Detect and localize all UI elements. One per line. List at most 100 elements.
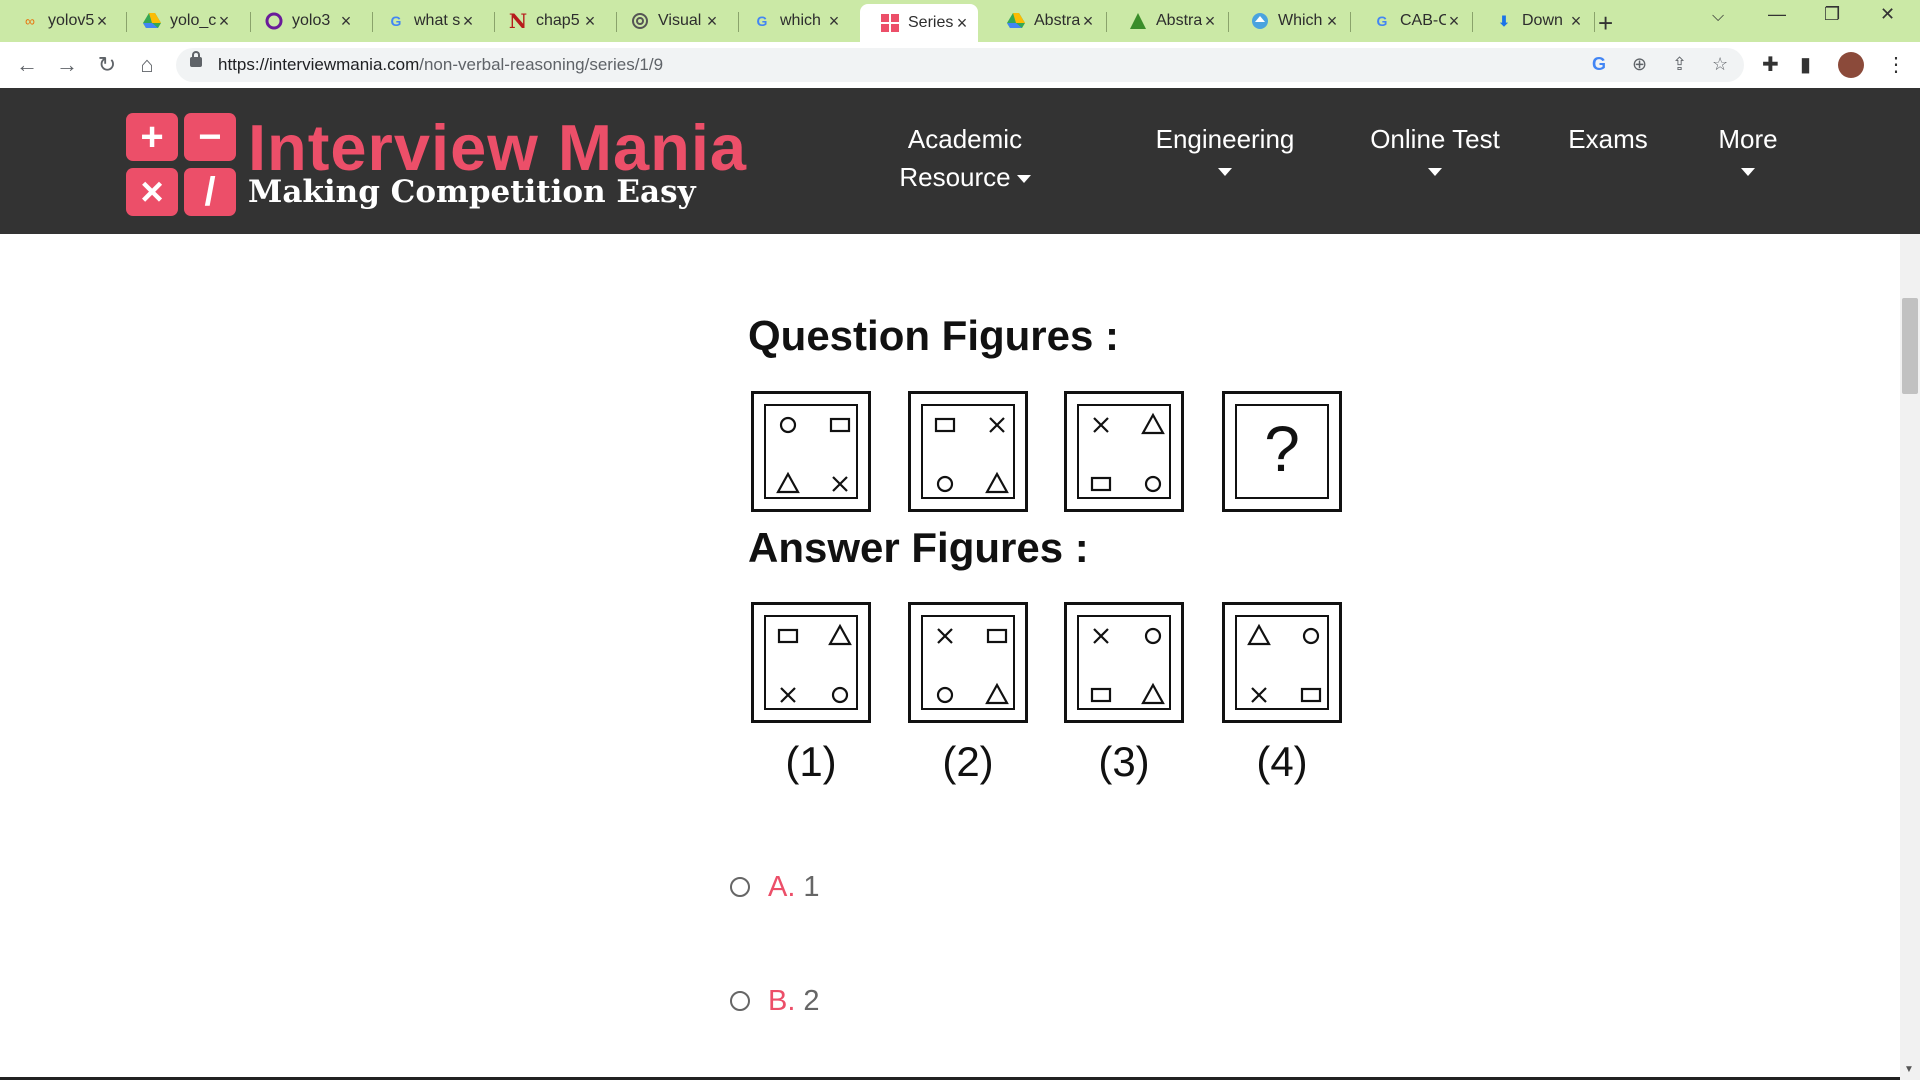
new-tab-plus-icon[interactable]: + <box>1598 8 1613 39</box>
tab-cab-c[interactable]: G CAB-C × <box>1352 6 1470 36</box>
google-icon: G <box>390 13 402 29</box>
zoom-icon[interactable]: ⊕ <box>1632 54 1647 75</box>
close-icon[interactable]: × <box>1202 11 1218 32</box>
reload-icon[interactable]: ↻ <box>92 50 122 80</box>
tab-title: Visual <box>658 12 702 29</box>
tab-which[interactable]: G which × <box>732 6 850 36</box>
forward-arrow-icon[interactable]: → <box>52 50 82 80</box>
home-icon[interactable]: ⌂ <box>132 50 162 80</box>
back-arrow-icon[interactable]: ← <box>12 50 42 80</box>
tab-yolov5[interactable]: ∞ yolov5 × <box>0 6 118 36</box>
tab-what[interactable]: G what s × <box>366 6 484 36</box>
close-icon[interactable]: × <box>338 11 354 32</box>
window-close-icon[interactable]: ✕ <box>1880 4 1895 25</box>
tab-download[interactable]: ⬇ Down × <box>1474 6 1592 36</box>
openai-icon <box>630 11 650 31</box>
lock-icon[interactable] <box>190 51 202 67</box>
close-icon[interactable]: × <box>94 11 110 32</box>
tab-yolo-c[interactable]: yolo_c × <box>122 6 240 36</box>
radio-button[interactable] <box>730 877 750 897</box>
close-icon[interactable]: × <box>582 11 598 32</box>
caret-down-icon <box>1218 168 1232 176</box>
cross-shape <box>1093 628 1109 644</box>
site-logo[interactable]: + − × / <box>126 113 238 216</box>
answer-figure-2 <box>908 602 1028 723</box>
close-icon[interactable]: × <box>826 11 842 32</box>
circle-shape <box>779 416 797 434</box>
tab-title: Down <box>1522 12 1563 29</box>
square-shape <box>934 417 956 433</box>
restore-icon[interactable]: ❐ <box>1824 4 1840 25</box>
extensions-puzzle-icon[interactable]: ✚ <box>1762 52 1779 77</box>
tab-series-active[interactable]: Series × <box>860 4 978 42</box>
answer-figure-3 <box>1064 602 1184 723</box>
option-a[interactable]: A. 1 <box>730 867 820 907</box>
menu-kebab-icon[interactable]: ⋮ <box>1886 52 1906 77</box>
url-path: /non-verbal-reasoning/series/1/9 <box>419 55 664 74</box>
tab-title: yolo3 <box>292 12 331 29</box>
radio-button[interactable] <box>730 991 750 1011</box>
tab-abstract-1[interactable]: Abstra × <box>986 6 1104 36</box>
square-shape <box>777 628 799 644</box>
close-icon[interactable]: × <box>704 11 720 32</box>
close-icon[interactable]: × <box>460 11 476 32</box>
answer-figure-label: (3) <box>1098 738 1150 785</box>
nav-more[interactable]: More <box>1690 120 1806 176</box>
nav-exams[interactable]: Exams <box>1548 120 1668 158</box>
download-icon: ⬇ <box>1498 12 1510 29</box>
bookmark-star-icon[interactable]: ☆ <box>1712 54 1728 75</box>
nav-label: Exams <box>1568 124 1648 154</box>
nav-label: Online Test <box>1370 124 1500 154</box>
close-icon[interactable]: × <box>1080 11 1096 32</box>
caret-down-icon <box>1428 168 1442 176</box>
nav-academic-resource[interactable]: Academic Resource <box>880 120 1050 196</box>
tab-yolo3[interactable]: yolo3 × <box>244 6 362 36</box>
minus-icon: − <box>184 113 236 161</box>
tab-title: CAB-C <box>1400 12 1446 29</box>
url-text[interactable]: https://interviewmania.com/non-verbal-re… <box>218 55 663 75</box>
nav-online-test[interactable]: Online Test <box>1350 120 1520 176</box>
option-value: 2 <box>803 984 820 1017</box>
option-b[interactable]: B. 2 <box>730 981 820 1021</box>
scrollbar-thumb[interactable] <box>1902 298 1918 394</box>
tab-separator <box>1228 12 1229 32</box>
colab-icon: ∞ <box>25 13 35 29</box>
circle-shape <box>936 686 954 704</box>
caret-down-icon <box>1016 175 1031 184</box>
side-panel-icon[interactable]: ▮ <box>1800 52 1811 77</box>
close-icon[interactable]: × <box>1324 11 1340 32</box>
circle-shape <box>936 475 954 493</box>
tab-title: which <box>780 12 821 29</box>
cross-shape <box>937 628 953 644</box>
nav-engineering[interactable]: Engineering <box>1140 120 1310 176</box>
tab-chap5[interactable]: N chap5 × <box>488 6 606 36</box>
close-icon[interactable]: × <box>954 13 970 34</box>
tab-search-chevron-icon[interactable]: ⌵ <box>1712 8 1724 26</box>
nav-label-line1: Academic <box>907 124 1023 154</box>
minimize-icon[interactable]: — <box>1768 4 1786 25</box>
tab-title: chap5 <box>536 12 580 29</box>
tab-abstract-2[interactable]: Abstra × <box>1108 6 1226 36</box>
share-icon[interactable]: ⇪ <box>1672 54 1687 75</box>
circle-shape <box>1144 627 1162 645</box>
triangle-shape <box>1141 682 1165 705</box>
triangle-shape <box>985 471 1009 494</box>
scroll-down-arrow-icon[interactable]: ▼ <box>1904 1064 1914 1075</box>
question-figure-2 <box>908 391 1028 512</box>
tab-which-2[interactable]: Which × <box>1230 6 1348 36</box>
upload-icon <box>1250 11 1270 31</box>
tab-visual[interactable]: Visual × <box>610 6 728 36</box>
circle-shape <box>1302 627 1320 645</box>
circle-shape <box>831 686 849 704</box>
profile-avatar[interactable] <box>1838 52 1864 78</box>
close-icon[interactable]: × <box>216 11 232 32</box>
answer-figure-label: (1) <box>785 738 837 785</box>
close-icon[interactable]: × <box>1446 11 1462 32</box>
address-bar[interactable]: https://interviewmania.com/non-verbal-re… <box>176 48 1744 82</box>
google-drive-icon <box>142 11 162 31</box>
triangle-shape <box>776 471 800 494</box>
answer-figure-label: (4) <box>1256 738 1308 785</box>
google-translate-icon[interactable]: G <box>1592 54 1606 75</box>
close-icon[interactable]: × <box>1568 11 1584 32</box>
plus-icon: + <box>126 113 178 161</box>
